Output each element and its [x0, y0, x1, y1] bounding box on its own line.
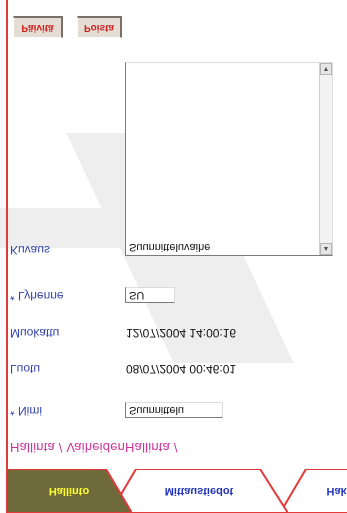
scroll-down-arrow-icon[interactable]: ▼ [320, 63, 332, 75]
mirrored-view: Haku Mittaustiedot Hallinto Hallinta / V… [0, 0, 347, 513]
page: Haku Mittaustiedot Hallinto Hallinta / V… [0, 0, 347, 513]
luotu-value: 08/07/2004 00:46:01 [126, 362, 237, 376]
lyhenne-label: * Lyhenne [10, 289, 64, 303]
tab-bar: Haku Mittaustiedot Hallinto [0, 463, 347, 513]
muokattu-value: 12/07/2004 14:00:16 [126, 326, 237, 340]
tab-label: Mittaustiedot [164, 485, 234, 497]
tab-hallinto[interactable]: Hallinto [6, 469, 132, 513]
breadcrumb: Hallinta / VaiheidenHallinta / [10, 440, 178, 455]
lyhenne-field[interactable]: SU [125, 287, 175, 303]
paivita-button[interactable]: Päivitä [13, 16, 63, 38]
tab-haku[interactable]: Haku [280, 469, 347, 513]
kuvaus-text: Suunnitteluvaihe [129, 241, 211, 253]
luotu-label: Luotu [10, 362, 41, 376]
textarea-scrollbar[interactable]: ▲ ▼ [319, 63, 332, 255]
kuvaus-textarea[interactable]: Suunnitteluvaihe ▲ ▼ [125, 62, 333, 256]
background-watermark [0, 208, 125, 248]
nimi-label: * Nimi [10, 404, 42, 418]
scroll-up-arrow-icon[interactable]: ▲ [320, 243, 332, 255]
frame-left-border [6, 0, 8, 513]
tab-label: Hallinto [48, 485, 90, 497]
muokattu-label: Muokattu [10, 326, 60, 340]
tab-label: Haku [326, 485, 347, 497]
poista-button[interactable]: Poista [77, 16, 122, 38]
kuvaus-label: Kuvaus [10, 243, 51, 257]
tab-mittaustiedot[interactable]: Mittaustiedot [110, 469, 288, 513]
nimi-field[interactable]: Suunnittelu [125, 402, 223, 418]
